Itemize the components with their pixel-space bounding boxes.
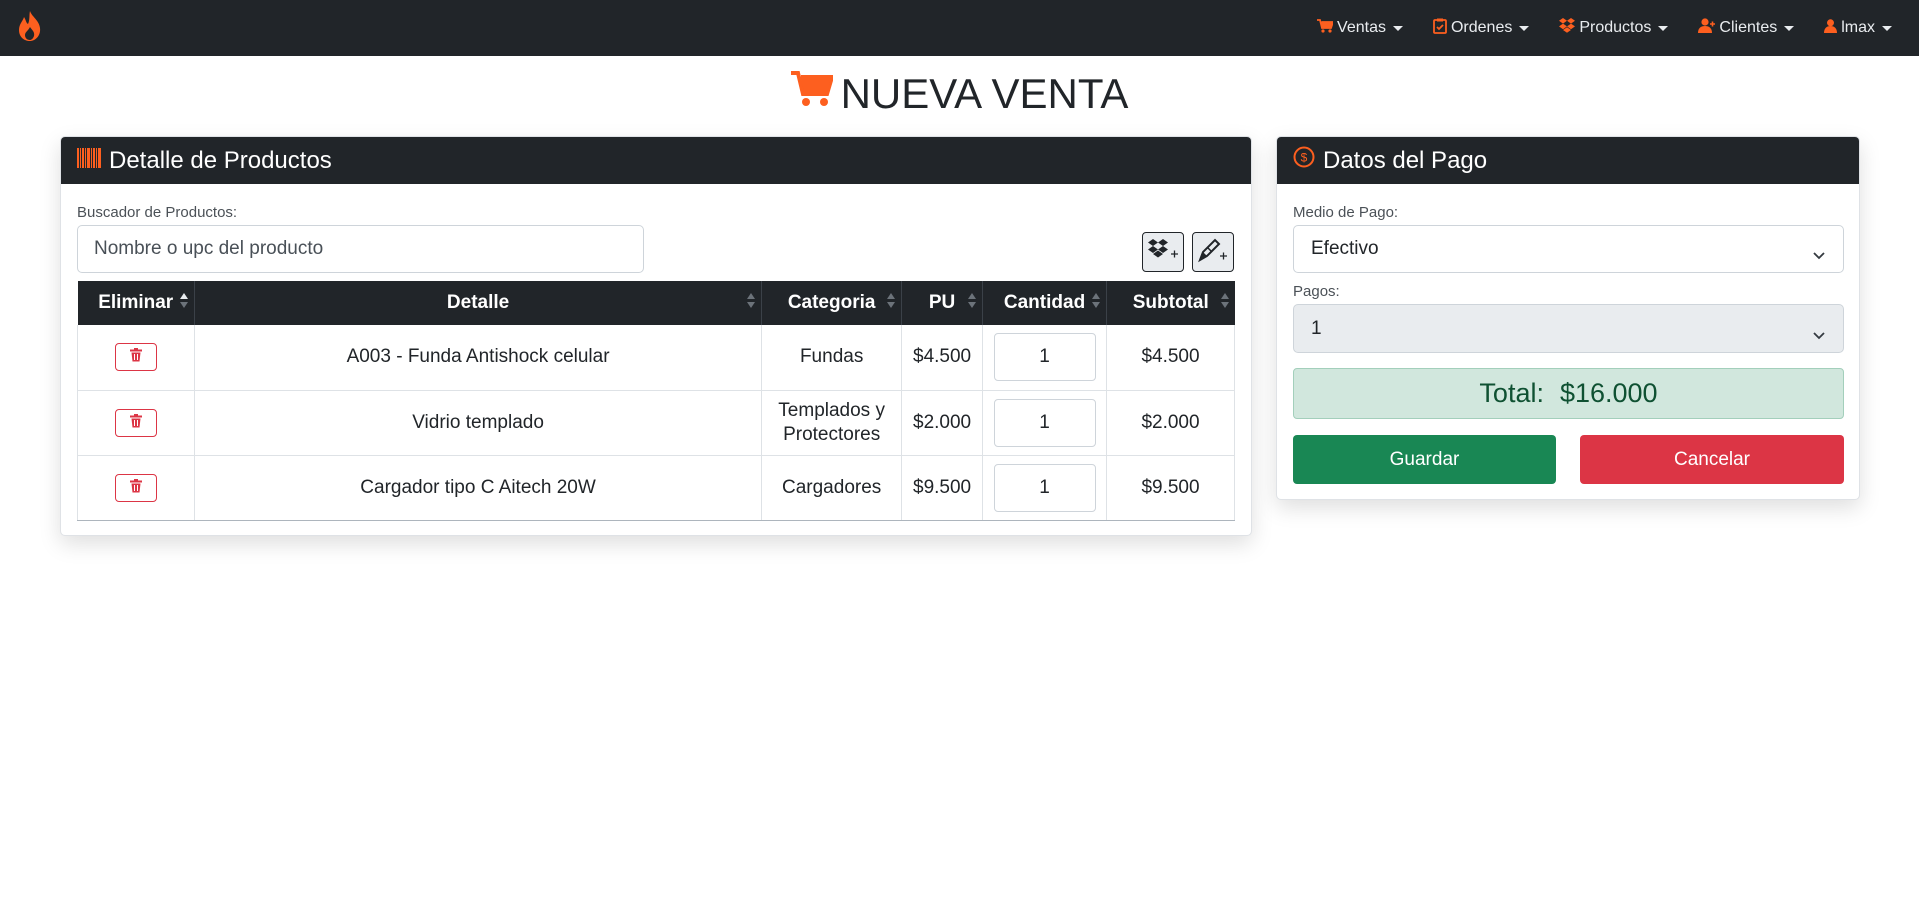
installments-select[interactable]: 1 [1293,304,1844,353]
user-icon [1824,18,1841,38]
user-plus-icon [1698,18,1719,38]
row-detail: Cargador tipo C Aitech 20W [194,455,763,521]
chevron-down-icon [1882,25,1892,31]
quantity-input[interactable]: 1 [993,398,1096,447]
products-card: Detalle de Productos Buscador de Product… [60,136,1252,536]
product-search-input[interactable]: Nombre o upc del producto [77,225,644,273]
table-row: A003 - Funda Antishock celular Fundas $4… [77,325,1235,391]
column-header-pu[interactable]: PU [901,281,984,325]
row-category: Fundas [761,325,903,391]
table-row: Vidrio templado Templados y Protectores $… [77,390,1235,456]
delete-row-button[interactable] [114,408,157,437]
chevron-down-icon [1784,25,1795,31]
column-header-detalle[interactable]: Detalle [194,281,763,325]
chevron-down-icon [1392,25,1403,31]
row-subtotal: $4.500 [1106,325,1235,391]
sort-icon [887,293,896,311]
table-header-row: Eliminar Detalle Categoria PU Cantidad S… [77,281,1235,325]
payment-card-header: $ Datos del Pago [1277,137,1859,184]
row-subtotal: $2.000 [1106,390,1235,456]
barcode-icon [77,147,109,175]
delete-row-button[interactable] [114,473,157,502]
payment-method-label: Medio de Pago: [1293,204,1399,221]
total-label: Total: [1479,378,1544,408]
payment-method-value: Efectivo [1311,238,1379,259]
nav-ordenes[interactable]: Ordenes [1418,0,1544,56]
chevron-down-icon [1813,244,1825,266]
row-unit-price: $4.500 [901,325,984,391]
payment-card: $ Datos del Pago Medio de Pago: Efectivo… [1276,136,1860,500]
trash-icon [129,346,142,368]
add-product-button[interactable] [1142,232,1184,272]
payment-card-title: Datos del Pago [1323,146,1488,174]
products-card-title: Detalle de Productos [109,146,332,174]
fire-icon [16,10,44,47]
nav-productos[interactable]: Productos [1544,0,1683,56]
nav-productos-label: Productos [1579,19,1652,36]
column-header-subtotal[interactable]: Subtotal [1106,281,1235,325]
sort-icon [1220,293,1229,311]
cancel-button[interactable]: Cancelar [1580,435,1844,484]
nav-user-menu[interactable]: lmax [1809,0,1907,56]
dropbox-icon [1559,18,1579,38]
clipboard-check-icon [1433,18,1451,39]
row-detail: Vidrio templado [194,390,763,456]
quantity-input[interactable]: 1 [993,333,1096,382]
navbar: Ventas Ordenes Productos Clientes lmax [0,0,1919,56]
products-card-header: Detalle de Productos [61,137,1251,184]
page-title-text: NUEVA VENTA [840,70,1129,117]
cart-icon [1317,18,1337,38]
total-display: Total: $16.000 [1293,368,1844,419]
dropbox-plus-icon [1147,237,1179,268]
column-header-eliminar[interactable]: Eliminar [77,281,195,325]
search-label: Buscador de Productos: [77,204,238,221]
nav-ventas[interactable]: Ventas [1302,0,1418,56]
table-row: Cargador tipo C Aitech 20W Cargadores $9… [77,455,1235,521]
sort-icon [1092,293,1101,311]
nav-user-label: lmax [1841,19,1875,36]
quantity-input[interactable]: 1 [993,463,1096,512]
chevron-down-icon [1519,25,1530,31]
nav-ordenes-label: Ordenes [1450,19,1513,36]
brand-logo[interactable] [12,8,48,48]
sort-icon [968,293,977,311]
products-table: Eliminar Detalle Categoria PU Cantidad S… [77,281,1235,521]
pencil-plus-icon [1197,237,1229,268]
cart-icon [790,70,841,118]
svg-text:$: $ [1301,151,1308,165]
sort-icon [179,293,188,311]
payment-method-select[interactable]: Efectivo [1293,225,1844,273]
total-value: $16.000 [1559,378,1658,408]
sort-icon [747,293,756,311]
installments-label: Pagos: [1293,283,1340,300]
save-button[interactable]: Guardar [1293,435,1556,484]
nav-clientes[interactable]: Clientes [1683,0,1809,56]
nav-ventas-label: Ventas [1337,19,1386,36]
page-title: NUEVA VENTA [0,70,1919,118]
column-header-categoria[interactable]: Categoria [761,281,903,325]
column-header-cantidad[interactable]: Cantidad [982,281,1108,325]
row-category: Templados y Protectores [761,390,903,456]
trash-icon [129,412,142,434]
row-subtotal: $9.500 [1106,455,1235,521]
row-category: Cargadores [761,455,903,521]
delete-row-button[interactable] [114,343,157,372]
chevron-down-icon [1658,25,1669,31]
add-custom-item-button[interactable] [1192,232,1234,272]
trash-icon [129,477,142,499]
installments-value: 1 [1311,317,1322,339]
row-unit-price: $2.000 [901,390,984,456]
dollar-circle-icon: $ [1293,146,1323,175]
row-detail: A003 - Funda Antishock celular [194,325,763,391]
chevron-down-icon [1813,324,1825,346]
nav-clientes-label: Clientes [1719,19,1778,36]
row-unit-price: $9.500 [901,455,984,521]
